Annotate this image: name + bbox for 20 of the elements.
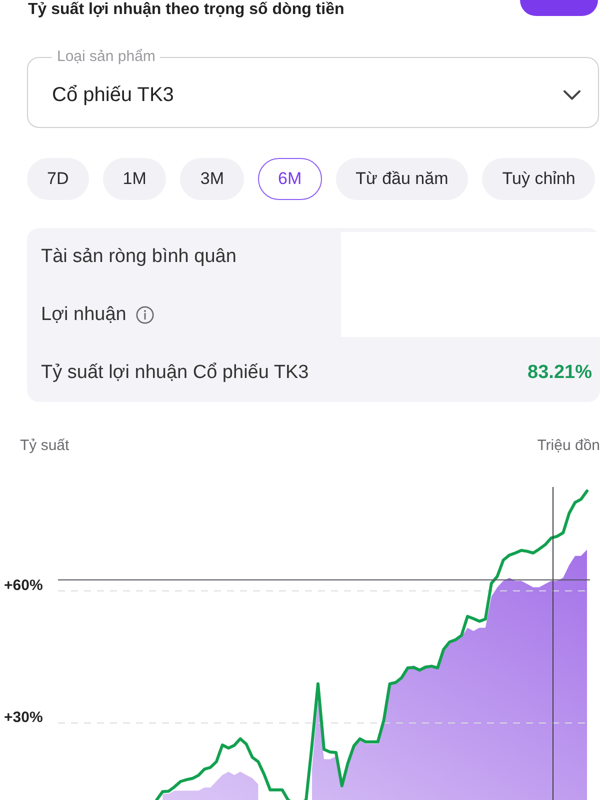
section-title: Tỷ suất lợi nhuận theo trọng số dòng tiền — [27, 0, 344, 20]
axis-title: Tỷ suất — [20, 436, 70, 456]
summary-value: 83.21% — [528, 360, 592, 385]
period-tab[interactable]: 6M — [258, 158, 322, 200]
summary-label: Lợi nhuận — [41, 302, 126, 327]
axis-title: Triệu đồn — [537, 436, 600, 456]
y-axis-label: +30% — [4, 708, 43, 726]
period-tab[interactable]: 7D — [27, 158, 89, 200]
period-tab[interactable]: 3M — [180, 158, 244, 200]
period-tab[interactable]: Từ đầu năm — [336, 158, 468, 200]
product-select[interactable]: Loại sản phẩm Cổ phiếu TK3 — [27, 48, 599, 128]
summary-label: Tỷ suất lợi nhuận Cổ phiếu TK3 — [41, 360, 309, 385]
field-label: Loại sản phẩm — [56, 48, 156, 66]
info-icon[interactable] — [136, 306, 154, 324]
period-tab[interactable]: 1M — [102, 158, 166, 200]
header-button[interactable] — [520, 0, 598, 16]
period-tab[interactable]: Tuỳ chỉnh — [482, 158, 596, 200]
chevron-down-icon — [563, 90, 581, 100]
y-axis-label: +60% — [4, 576, 43, 594]
summary-label: Tài sản ròng bình quân — [41, 244, 236, 269]
